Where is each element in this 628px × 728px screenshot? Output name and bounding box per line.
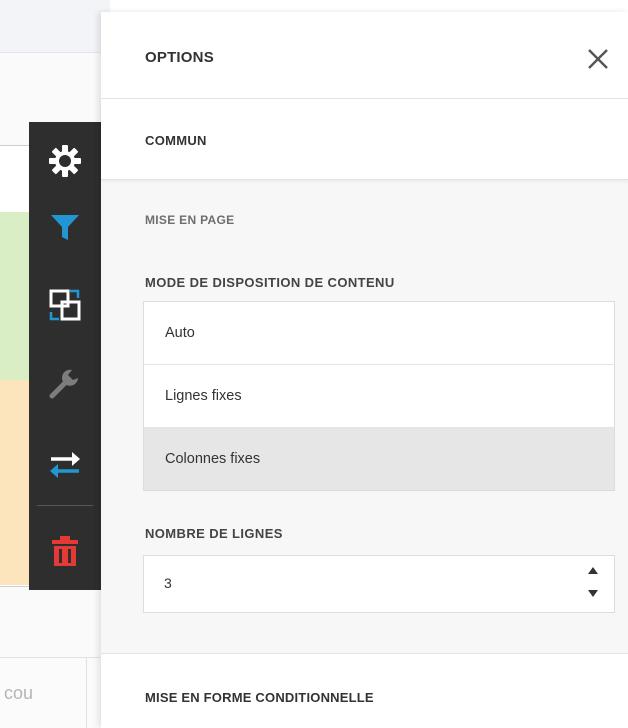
rows-count-label: NOMBRE DE LIGNES <box>145 526 283 541</box>
filter-icon <box>51 215 79 240</box>
column-divider <box>86 658 87 728</box>
options-button[interactable] <box>29 350 101 416</box>
dashboard-item-green-block <box>0 212 30 380</box>
section-conditional-formatting[interactable]: MISE EN FORME CONDITIONNELLE <box>101 653 628 728</box>
stepper-arrows <box>586 567 600 601</box>
panel-title: OPTIONS <box>145 49 214 66</box>
options-panel: OPTIONS COMMUN MISE EN PAGE MODE DE DISP… <box>101 12 628 728</box>
section-title: COMMUN <box>145 133 207 148</box>
layout-mode-list: Auto Lignes fixes Colonnes fixes <box>143 301 615 491</box>
section-common[interactable]: COMMUN <box>101 99 628 180</box>
dashboard-item-orange-block <box>0 380 30 585</box>
rows-count-stepper[interactable]: 3 <box>143 555 615 613</box>
panel-header: OPTIONS <box>101 12 628 99</box>
item-toolbar <box>29 122 101 590</box>
filter-button[interactable] <box>29 194 101 260</box>
partial-label: cou <box>4 683 34 703</box>
layout-icon <box>49 289 81 321</box>
gear-icon <box>49 145 81 177</box>
section-title-conditional: MISE EN FORME CONDITIONNELLE <box>145 690 374 705</box>
layout-option-fixed-rows[interactable]: Lignes fixes <box>144 365 614 428</box>
subsection-title: MISE EN PAGE <box>145 213 235 227</box>
delete-button[interactable] <box>29 518 101 584</box>
close-button[interactable] <box>583 44 613 74</box>
close-icon <box>588 49 608 69</box>
wrench-icon <box>49 369 78 399</box>
layout-option-auto[interactable]: Auto <box>144 302 614 365</box>
toolbar-divider <box>37 505 93 506</box>
trash-icon <box>52 536 78 566</box>
dashboard-header-band <box>0 0 110 53</box>
rows-count-value[interactable]: 3 <box>164 575 172 591</box>
increment-icon[interactable] <box>588 567 598 574</box>
layout-button[interactable] <box>29 272 101 338</box>
swap-button[interactable] <box>29 432 101 498</box>
swap-icon <box>50 452 80 478</box>
layout-option-fixed-columns[interactable]: Colonnes fixes <box>144 428 614 490</box>
decrement-icon[interactable] <box>588 590 598 597</box>
settings-button[interactable] <box>29 128 101 194</box>
dashboard-bottom-row: cou <box>0 657 100 728</box>
layout-mode-label: MODE DE DISPOSITION DE CONTENU <box>145 275 395 290</box>
